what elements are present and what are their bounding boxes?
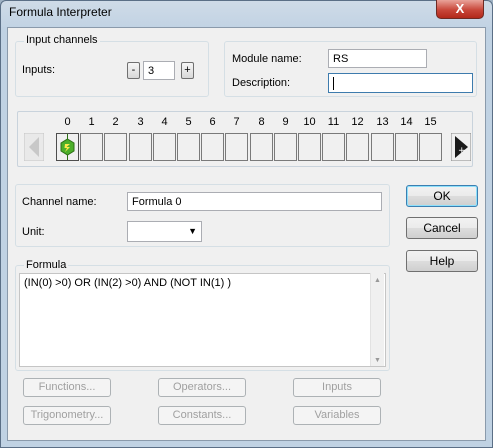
channel-slot-14[interactable]: [395, 133, 418, 161]
channel-slot-4[interactable]: [153, 133, 176, 161]
unit-dropdown[interactable]: ▼: [127, 221, 202, 242]
constants-button[interactable]: Constants...: [158, 406, 246, 425]
channel-slot-11[interactable]: [322, 133, 345, 161]
channel-number-3: 3: [137, 116, 144, 128]
cancel-button[interactable]: Cancel: [406, 217, 478, 239]
description-label: Description:: [232, 77, 291, 89]
channel-name-label: Channel name:: [22, 196, 97, 208]
scroll-down-icon: ▼: [374, 357, 381, 364]
channel-slot-0[interactable]: [56, 133, 79, 161]
decrease-inputs-button[interactable]: -: [127, 62, 140, 79]
channel-number-9: 9: [282, 116, 289, 128]
channel-slot-5[interactable]: [177, 133, 200, 161]
ok-button[interactable]: OK: [406, 185, 478, 207]
arrow-right-add-icon: +: [450, 132, 472, 162]
formula-editor[interactable]: (IN(0) >0) OR (IN(2) >0) AND (NOT IN(1) …: [19, 273, 386, 367]
channel-slot-3[interactable]: [129, 133, 152, 161]
svg-text:+: +: [458, 146, 466, 156]
channel-slot-2[interactable]: [104, 133, 127, 161]
channel-number-4: 4: [161, 116, 168, 128]
channel-number-5: 5: [185, 116, 192, 128]
channel-slot-8[interactable]: [250, 133, 273, 161]
module-name-label: Module name:: [232, 53, 302, 65]
functions-button[interactable]: Functions...: [23, 378, 111, 397]
channel-slot-7[interactable]: [225, 133, 248, 161]
scroll-right-button[interactable]: +: [450, 132, 472, 162]
channel-number-11: 11: [327, 116, 340, 128]
scroll-left-button[interactable]: [23, 132, 45, 162]
text-caret: [333, 76, 334, 90]
channel-slot-9[interactable]: [274, 133, 297, 161]
channel-number-1: 1: [88, 116, 95, 128]
channel-slot-1[interactable]: [80, 133, 103, 161]
formula-text: (IN(0) >0) OR (IN(2) >0) AND (NOT IN(1) …: [24, 277, 231, 289]
window-title: Formula Interpreter: [9, 5, 112, 19]
scroll-up-icon: ▲: [374, 277, 381, 284]
inputs-button[interactable]: Inputs: [293, 378, 381, 397]
active-channel-icon: [60, 134, 75, 160]
channel-number-14: 14: [400, 116, 413, 128]
channel-slot-13[interactable]: [371, 133, 394, 161]
channel-number-13: 13: [376, 116, 389, 128]
input-channels-title: Input channels: [24, 34, 100, 46]
inputs-label: Inputs:: [22, 64, 56, 76]
trigonometry-button[interactable]: Trigonometry...: [23, 406, 111, 425]
formula-scrollbar[interactable]: ▲ ▼: [370, 273, 384, 366]
channel-number-2: 2: [112, 116, 119, 128]
arrow-left-icon: [23, 132, 45, 162]
channel-number-6: 6: [209, 116, 216, 128]
variables-button[interactable]: Variables: [293, 406, 381, 425]
increase-inputs-button[interactable]: +: [181, 62, 194, 79]
inputs-count-field[interactable]: 3: [143, 61, 175, 80]
chevron-down-icon: ▼: [188, 226, 197, 236]
channel-number-10: 10: [303, 116, 316, 128]
channel-number-12: 12: [351, 116, 364, 128]
channel-slot-15[interactable]: [419, 133, 442, 161]
channel-number-8: 8: [258, 116, 265, 128]
channel-slot-6[interactable]: [201, 133, 224, 161]
close-button[interactable]: X: [436, 0, 484, 19]
description-field[interactable]: [328, 73, 473, 93]
unit-label: Unit:: [22, 226, 45, 238]
channel-slot-12[interactable]: [346, 133, 369, 161]
operators-button[interactable]: Operators...: [158, 378, 246, 397]
module-name-field[interactable]: RS: [328, 49, 427, 68]
channel-number-0: 0: [64, 116, 71, 128]
channel-number-15: 15: [424, 116, 437, 128]
channel-name-field[interactable]: Formula 0: [127, 192, 382, 211]
channel-slot-10[interactable]: [298, 133, 321, 161]
help-button[interactable]: Help: [406, 250, 478, 272]
channel-number-7: 7: [233, 116, 240, 128]
formula-title: Formula: [24, 259, 69, 271]
